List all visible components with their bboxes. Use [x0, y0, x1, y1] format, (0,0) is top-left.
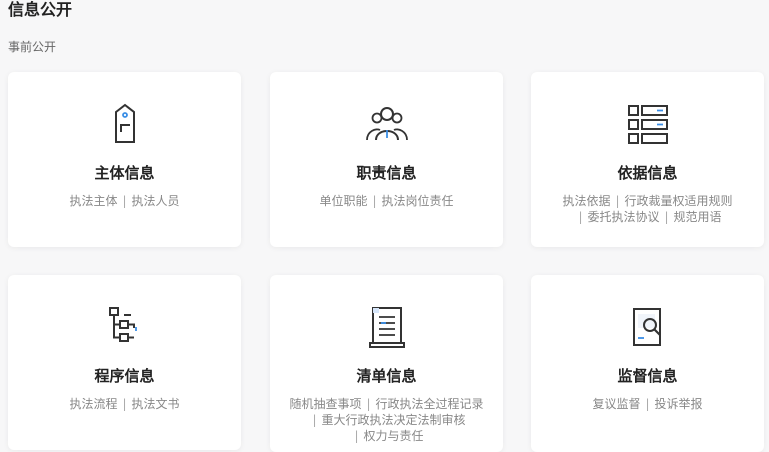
link-random-inspection[interactable]: 随机抽查事项 [289, 397, 361, 411]
card-title: 程序信息 [94, 367, 155, 385]
link-enforcement-basis[interactable]: 执法依据 [562, 194, 610, 208]
link-post-responsibility[interactable]: 执法岗位责任 [382, 194, 454, 208]
separator: | [122, 194, 127, 208]
card-basis-info[interactable]: 依据信息 执法依据 | 行政裁量权适用规则 | 委托执法协议 | 规范用语 [531, 72, 764, 247]
separator: | [578, 210, 583, 224]
card-links: 执法依据 | 行政裁量权适用规则 | 委托执法协议 | 规范用语 [541, 193, 754, 225]
card-duty-info[interactable]: 职责信息 单位职能 | 执法岗位责任 [270, 72, 503, 247]
page: 信息公开 事前公开 主体信息 执法主体 | 执法人员 职责信息 单位职能 | 执… [0, 0, 769, 452]
card-subject-info[interactable]: 主体信息 执法主体 | 执法人员 [8, 72, 241, 247]
link-entrusted-agreement[interactable]: 委托执法协议 [587, 210, 659, 224]
link-review-supervision[interactable]: 复议监督 [592, 397, 640, 411]
separator: | [312, 413, 317, 427]
document-search-icon [624, 303, 672, 351]
card-procedure-info[interactable]: 程序信息 执法流程 | 执法文书 [8, 275, 241, 450]
link-discretion-rules[interactable]: 行政裁量权适用规则 [625, 194, 733, 208]
separator: | [354, 429, 359, 443]
separator: | [664, 210, 669, 224]
link-enforcement-personnel[interactable]: 执法人员 [132, 194, 180, 208]
link-standard-terms[interactable]: 规范用语 [674, 210, 722, 224]
card-links: 执法流程 | 执法文书 [18, 396, 231, 412]
list-icon [624, 100, 672, 148]
link-enforcement-flow[interactable]: 执法流程 [69, 397, 117, 411]
flow-tree-icon [101, 303, 149, 351]
separator: | [372, 194, 377, 208]
section-label: 事前公开 [8, 40, 57, 54]
clipboard-list-icon [363, 303, 411, 351]
card-links: 单位职能 | 执法岗位责任 [280, 193, 493, 209]
card-title: 职责信息 [356, 164, 417, 182]
card-checklist-info[interactable]: 清单信息 随机抽查事项 | 行政执法全过程记录 | 重大行政执法决定法制审核 | 权力与责任 [270, 275, 503, 452]
separator: | [615, 194, 620, 208]
link-power-responsibility[interactable]: 权力与责任 [364, 429, 424, 443]
separator: | [122, 397, 127, 411]
link-complaint-report[interactable]: 投诉举报 [655, 397, 703, 411]
separator: | [645, 397, 650, 411]
tag-icon [101, 100, 149, 148]
separator: | [366, 397, 371, 411]
card-title: 主体信息 [94, 164, 155, 182]
page-title: 信息公开 [8, 0, 73, 19]
link-enforcement-documents[interactable]: 执法文书 [132, 397, 180, 411]
card-title: 依据信息 [617, 164, 678, 182]
card-links: 执法主体 | 执法人员 [18, 193, 231, 209]
people-icon [363, 100, 411, 148]
card-links: 复议监督 | 投诉举报 [541, 396, 754, 412]
card-title: 清单信息 [356, 367, 417, 385]
link-major-decision-review[interactable]: 重大行政执法决定法制审核 [322, 413, 466, 427]
card-supervision-info[interactable]: 监督信息 复议监督 | 投诉举报 [531, 275, 764, 452]
card-title: 监督信息 [617, 367, 678, 385]
link-enforcement-subject[interactable]: 执法主体 [69, 194, 117, 208]
link-unit-functions[interactable]: 单位职能 [319, 194, 367, 208]
card-links: 随机抽查事项 | 行政执法全过程记录 | 重大行政执法决定法制审核 | 权力与责任 [280, 396, 493, 444]
link-full-process-record[interactable]: 行政执法全过程记录 [376, 397, 484, 411]
